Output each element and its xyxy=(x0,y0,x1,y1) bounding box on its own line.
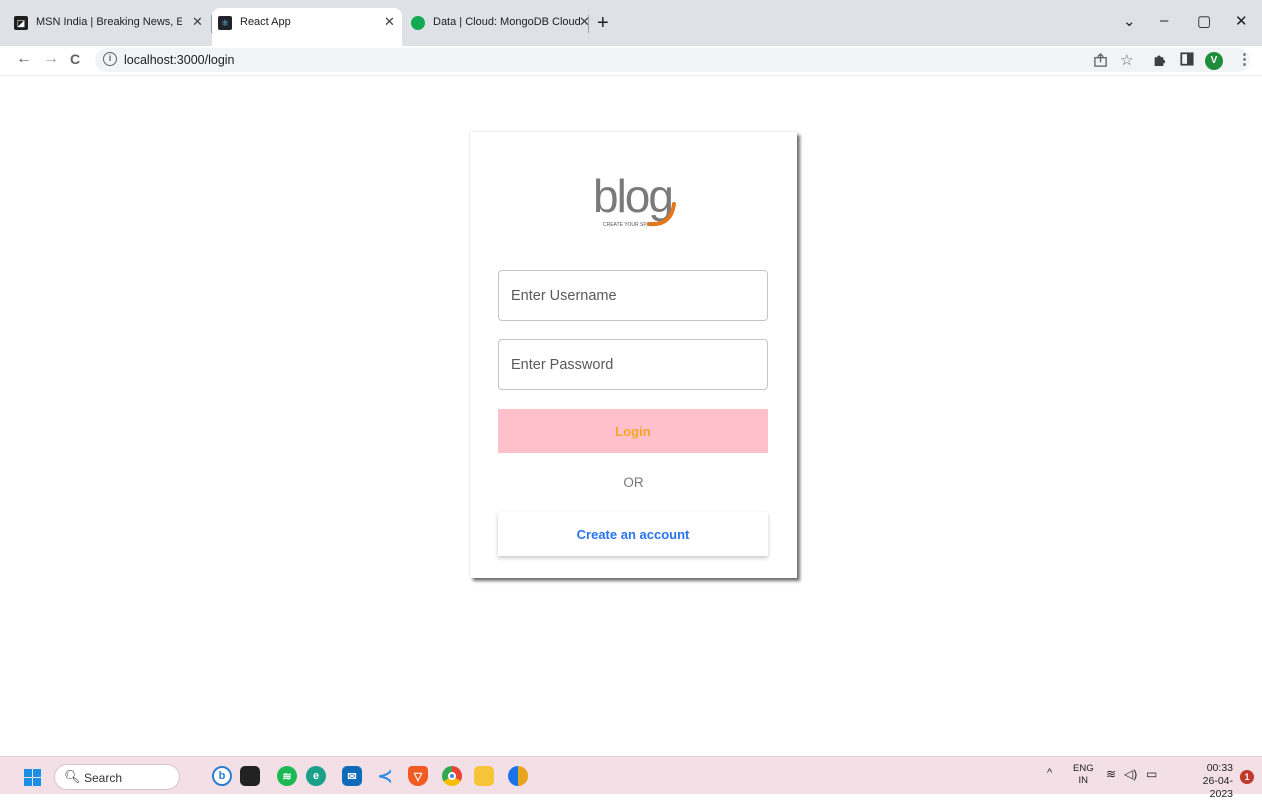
forward-arrow-icon[interactable]: → xyxy=(43,50,59,68)
region-code: IN xyxy=(1078,775,1089,786)
react-favicon-icon: ⚛ xyxy=(218,16,232,30)
mail-icon[interactable]: ✉ xyxy=(342,766,362,786)
new-tab-button[interactable]: + xyxy=(597,13,609,33)
browser-menu-icon[interactable]: ⋮ xyxy=(1237,50,1252,68)
password-input[interactable] xyxy=(498,339,768,390)
back-arrow-icon[interactable]: ← xyxy=(16,50,32,68)
browser-toolbar: ← → C i localhost:3000/login ☆ V ⋮ xyxy=(0,46,1262,76)
site-info-icon[interactable]: i xyxy=(103,52,117,66)
brave-icon[interactable]: ▽ xyxy=(408,766,428,786)
tab-react-app-close-icon[interactable]: ✕ xyxy=(384,14,395,30)
browser-tab-strip: ◪ MSN India | Breaking News, Ente ✕ ⚛ Re… xyxy=(0,0,1262,46)
tab-react-app[interactable]: ⚛ React App ✕ xyxy=(212,8,402,46)
username-input[interactable] xyxy=(498,270,768,321)
vscode-icon[interactable]: ≺ xyxy=(375,766,395,786)
or-divider-text: OR xyxy=(623,475,644,490)
windows-taskbar: 🔍︎ Search b ≋ e ✉ ≺ ▽ ^ ENG IN ≋ ◁) ▭ 00… xyxy=(0,756,1262,800)
volume-icon[interactable]: ◁) xyxy=(1124,767,1137,781)
tab-mongodb[interactable]: Data | Cloud: MongoDB Cloud ✕ xyxy=(411,8,591,46)
blog-logo: blog CREATE YOUR SPACE xyxy=(593,170,676,228)
blog-logo-text: blog xyxy=(593,170,672,222)
star-icon[interactable]: ☆ xyxy=(1120,51,1133,69)
search-icon: 🔍︎ xyxy=(64,769,81,784)
share-icon[interactable] xyxy=(1093,53,1108,68)
sidepanel-icon[interactable] xyxy=(1180,52,1194,66)
language-code: ENG xyxy=(1073,763,1094,774)
profile-avatar[interactable]: V xyxy=(1205,52,1223,70)
restore-button[interactable]: ▢ xyxy=(1197,12,1211,30)
tab-mongodb-title: Data | Cloud: MongoDB Cloud xyxy=(433,16,581,28)
minimize-button[interactable]: – xyxy=(1160,12,1168,29)
tab-react-app-title: React App xyxy=(240,16,291,28)
spotify-icon[interactable]: ≋ xyxy=(277,766,297,786)
wifi-icon[interactable]: ≋ xyxy=(1106,767,1116,781)
taskbar-search-box[interactable]: 🔍︎ Search xyxy=(54,764,180,790)
chrome-icon[interactable] xyxy=(442,766,462,786)
tab-msn-close-icon[interactable]: ✕ xyxy=(192,14,203,30)
tab-msn[interactable]: ◪ MSN India | Breaking News, Ente ✕ xyxy=(14,8,214,46)
notification-badge[interactable]: 1 xyxy=(1240,770,1254,784)
close-window-button[interactable]: ✕ xyxy=(1235,12,1248,30)
url-text: localhost:3000/login xyxy=(124,53,235,67)
edge-icon[interactable]: e xyxy=(306,766,326,786)
bing-icon[interactable]: b xyxy=(212,766,232,786)
file-explorer-icon[interactable] xyxy=(474,766,494,786)
extensions-icon[interactable] xyxy=(1152,52,1166,66)
tab-msn-title: MSN India | Breaking News, Ente xyxy=(36,16,182,28)
chrome-canary-icon[interactable] xyxy=(508,766,528,786)
mongodb-leaf-icon xyxy=(411,16,425,30)
language-indicator[interactable]: ENG IN xyxy=(1073,763,1094,787)
login-button[interactable]: Login xyxy=(498,409,768,453)
taskbar-clock[interactable]: 00:33 26-04-2023 xyxy=(1183,762,1233,801)
battery-icon[interactable]: ▭ xyxy=(1146,767,1157,781)
reload-icon[interactable]: C xyxy=(70,51,80,67)
app-icon[interactable] xyxy=(240,766,260,786)
msn-favicon-icon: ◪ xyxy=(14,16,28,30)
tab-separator xyxy=(588,15,589,33)
clock-date: 26-04-2023 xyxy=(1202,775,1233,800)
windows-start-icon[interactable] xyxy=(24,769,41,786)
address-bar[interactable]: i localhost:3000/login ☆ xyxy=(95,48,1250,72)
tab-search-chevron-icon[interactable]: ⌄ xyxy=(1123,12,1136,30)
login-card: blog CREATE YOUR SPACE Login OR Create a… xyxy=(470,132,797,578)
taskbar-search-label: Search xyxy=(84,771,123,785)
create-account-button[interactable]: Create an account xyxy=(498,512,768,556)
show-hidden-icons-chevron-icon[interactable]: ^ xyxy=(1047,767,1052,779)
clock-time: 00:33 xyxy=(1206,762,1233,774)
